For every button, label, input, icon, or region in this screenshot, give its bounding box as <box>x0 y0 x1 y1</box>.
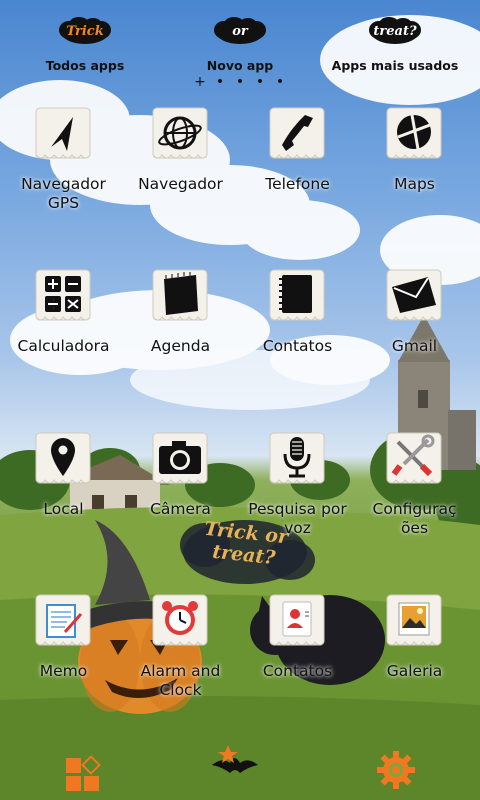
dock <box>0 730 480 800</box>
app-alarm-and-clock[interactable]: Alarm and Clock <box>122 592 239 722</box>
page-dot[interactable]: • <box>230 75 250 89</box>
app-memo[interactable]: Memo <box>5 592 122 722</box>
app-label: Contatos <box>262 337 333 355</box>
tab-cloud-text: treat? <box>373 24 417 39</box>
app-galeria[interactable]: Galeria <box>356 592 473 722</box>
calculator-icon <box>35 269 91 321</box>
app-label: Gmail <box>391 337 438 355</box>
phone-icon <box>269 107 325 159</box>
app-label: Agenda <box>150 337 211 355</box>
contact-card-icon <box>269 594 325 646</box>
app-maps[interactable]: Maps <box>356 105 473 235</box>
app-label: Pesquisa por voz <box>248 500 347 537</box>
camera-icon <box>152 432 208 484</box>
app-label: Maps <box>394 175 435 193</box>
microphone-icon <box>269 432 325 484</box>
tools-icon <box>386 432 442 484</box>
apps-grid-icon[interactable] <box>58 738 118 793</box>
app-label: Memo <box>39 662 88 680</box>
app-label: Configuraç ões <box>372 500 457 537</box>
add-page-icon[interactable]: + <box>190 75 210 89</box>
navigation-arrow-icon <box>35 107 91 159</box>
app-gmail[interactable]: Gmail <box>356 267 473 397</box>
app-contatos-2[interactable]: Contatos <box>239 592 356 722</box>
tab-label: Apps mais usados <box>331 58 459 73</box>
app-label: Alarm and Clock <box>140 662 221 699</box>
tab-label: Novo app <box>206 58 274 73</box>
page-indicator: + • • • • <box>190 74 300 89</box>
app-label: Câmera <box>150 500 211 518</box>
app-camera[interactable]: Câmera <box>122 430 239 560</box>
app-label: Calculadora <box>17 337 110 355</box>
globe-icon <box>152 107 208 159</box>
page-dot[interactable]: • <box>210 75 230 89</box>
app-local[interactable]: Local <box>5 430 122 560</box>
app-label: Navegador <box>138 175 223 193</box>
page-dot[interactable]: • <box>270 75 290 89</box>
app-label: Contatos <box>262 662 333 680</box>
tab-todos-apps[interactable]: Trick Todos apps <box>5 10 165 80</box>
memo-icon <box>35 594 91 646</box>
settings-gear-icon[interactable] <box>366 738 426 793</box>
tab-cloud-text: or <box>232 24 248 39</box>
home-screen: Trick or treat? Trick Todos apps or Novo… <box>0 0 480 800</box>
app-calculadora[interactable]: Calculadora <box>5 267 122 397</box>
app-telefone[interactable]: Telefone <box>239 105 356 235</box>
app-contatos[interactable]: @ Contatos <box>239 267 356 397</box>
app-label: Navegador GPS <box>21 175 106 212</box>
app-pesquisa-por-voz[interactable]: Pesquisa por voz <box>239 430 356 560</box>
app-label: Local <box>43 500 84 518</box>
bat-star-icon[interactable] <box>210 738 270 793</box>
alarm-clock-icon <box>152 594 208 646</box>
calendar-icon <box>152 269 208 321</box>
gallery-icon <box>386 594 442 646</box>
contacts-book-icon <box>269 269 325 321</box>
maps-icon <box>386 107 442 159</box>
tab-cloud-text: Trick <box>66 24 104 39</box>
app-label: Telefone <box>265 175 330 193</box>
app-agenda[interactable]: 24 Agenda <box>122 267 317 397</box>
location-pin-icon <box>35 432 91 484</box>
app-navegador-gps[interactable]: Navegador GPS <box>5 105 122 235</box>
tab-novo-app[interactable]: or Novo app <box>160 10 320 80</box>
app-navegador[interactable]: Navegador <box>122 105 239 235</box>
app-label: Galeria <box>386 662 443 680</box>
tab-apps-mais-usados[interactable]: treat? Apps mais usados <box>315 10 475 80</box>
tab-label: Todos apps <box>45 58 125 73</box>
mail-icon <box>386 269 442 321</box>
app-configuracoes[interactable]: Configuraç ões <box>356 430 473 560</box>
page-dot[interactable]: • <box>250 75 270 89</box>
